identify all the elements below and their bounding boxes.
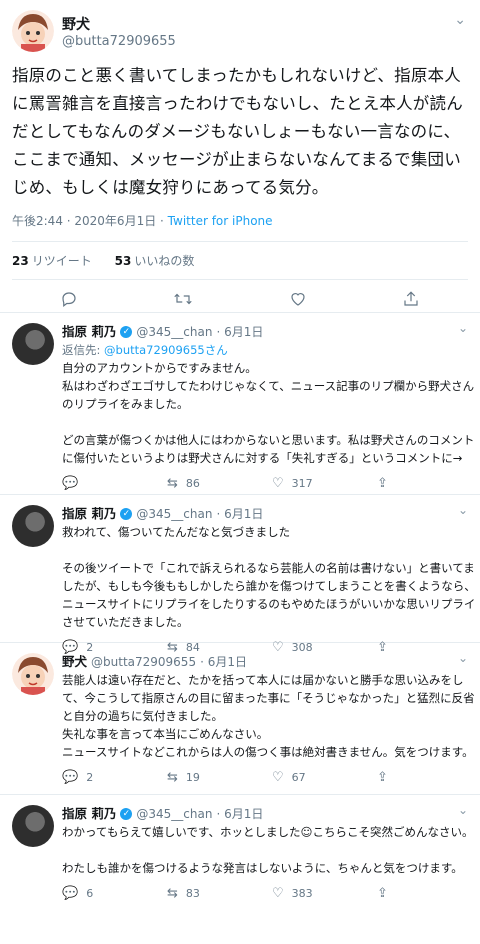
tweet-actions: 💬 2 ⇆ 19 ♡ 67 ⇪ <box>62 769 480 787</box>
verified-badge-icon: ✓ <box>120 326 133 338</box>
tweet-text: 救われて、傷ついてたんだなと気づきました その後ツイートで「これで訴えられるなら… <box>62 525 476 629</box>
share-icon: ⇪ <box>377 770 388 785</box>
share-icon[interactable] <box>402 290 420 312</box>
display-name[interactable]: 指原 莉乃 <box>62 805 116 823</box>
replying-to-link[interactable]: @butta72909655 <box>104 343 205 357</box>
avatar[interactable] <box>12 805 54 847</box>
like-count[interactable]: 53 いいねの数 <box>115 254 195 268</box>
tweet-actions: 💬 6 ⇆ 83 ♡ 383 ⇪ <box>62 885 480 903</box>
display-name[interactable]: 野犬 <box>62 14 176 34</box>
tweet-date[interactable]: · 6月1日 <box>216 505 263 523</box>
share-button[interactable]: ⇪ <box>377 475 480 493</box>
reply-icon: 💬 <box>62 770 79 785</box>
reply-button[interactable]: 💬 2 <box>62 769 167 787</box>
heart-icon: ♡ <box>272 770 284 785</box>
tweet-date[interactable]: · 6月1日 <box>216 323 263 341</box>
share-icon: ⇪ <box>377 886 388 901</box>
main-tweet: 野犬 @butta72909655 ⌄ 指原のこと悪く書いてしまったかもしれない… <box>0 0 480 313</box>
reply-button[interactable]: 💬 <box>62 475 167 493</box>
retweet-icon: ⇆ <box>167 886 178 901</box>
handle[interactable]: @345__chan <box>136 505 212 523</box>
heart-icon: ♡ <box>272 476 284 491</box>
reply-icon: 💬 <box>62 886 79 901</box>
avatar[interactable] <box>12 323 54 365</box>
reply-tweet[interactable]: 指原 莉乃 ✓ @345__chan · 6月1日 わかってもらえて嬉しいです、… <box>0 795 480 944</box>
retweet-icon: ⇆ <box>167 770 178 785</box>
retweet-button[interactable]: ⇆ 19 <box>167 769 272 787</box>
retweet-button[interactable]: ⇆ 83 <box>167 885 272 903</box>
verified-badge-icon: ✓ <box>120 808 133 820</box>
display-name[interactable]: 指原 莉乃 <box>62 505 116 523</box>
reply-icon[interactable] <box>60 290 78 312</box>
like-button[interactable]: ♡ 383 <box>272 885 377 903</box>
tweet-text: 指原のこと悪く書いてしまったかもしれないけど、指原本人に罵詈雑言を直接言ったわけ… <box>12 66 463 197</box>
tweet-text: わかってもらえて嬉しいです、ホッとしました☺こちらこそ突然ごめんなさい。 わたし… <box>62 825 474 875</box>
avatar[interactable] <box>12 505 54 547</box>
handle[interactable]: @345__chan <box>136 323 212 341</box>
chevron-down-icon[interactable]: ⌄ <box>458 321 468 335</box>
reply-tweet[interactable]: 指原 莉乃 ✓ @345__chan · 6月1日 救われて、傷ついてたんだなと… <box>0 495 480 655</box>
reply-tweet[interactable]: 野犬 @butta72909655 · 6月1日 芸能人は遠い存在だと、たかを括… <box>0 643 480 795</box>
verified-badge-icon: ✓ <box>120 508 133 520</box>
share-icon: ⇪ <box>377 476 388 491</box>
retweet-icon[interactable] <box>173 290 193 312</box>
tweet-date[interactable]: · 6月1日 <box>200 653 247 671</box>
tweet-actions: 💬 ⇆ 86 ♡ 317 ⇪ <box>62 475 480 493</box>
heart-icon[interactable] <box>289 290 307 312</box>
avatar[interactable] <box>12 10 54 52</box>
handle[interactable]: @butta72909655 <box>91 653 196 671</box>
like-button[interactable]: ♡ 67 <box>272 769 377 787</box>
reply-tweet[interactable]: 指原 莉乃 ✓ @345__chan · 6月1日 返信先: @butta729… <box>0 313 480 495</box>
tweet-meta: 午後2:44 · 2020年6月1日 · Twitter for iPhone <box>12 212 468 229</box>
heart-icon: ♡ <box>272 886 284 901</box>
replying-to: 返信先: @butta72909655さん <box>62 343 228 357</box>
tweet-date[interactable]: · 6月1日 <box>216 805 263 823</box>
tweet-source[interactable]: Twitter for iPhone <box>168 214 273 228</box>
tweet-text: 芸能人は遠い存在だと、たかを括って本人には届かないと勝手な思い込みをして、今こう… <box>62 673 475 759</box>
reply-icon: 💬 <box>62 476 79 491</box>
display-name[interactable]: 野犬 <box>62 653 87 671</box>
handle[interactable]: @345__chan <box>136 805 212 823</box>
handle[interactable]: @butta72909655 <box>62 34 176 49</box>
engagement-counts: 23 リツイート 53 いいねの数 <box>12 241 468 280</box>
retweet-button[interactable]: ⇆ 86 <box>167 475 272 493</box>
avatar[interactable] <box>12 653 54 695</box>
chevron-down-icon[interactable]: ⌄ <box>454 12 466 28</box>
share-button[interactable]: ⇪ <box>377 769 480 787</box>
retweet-count[interactable]: 23 リツイート <box>12 254 92 268</box>
reply-button[interactable]: 💬 6 <box>62 885 167 903</box>
timestamp[interactable]: 午後2:44 · 2020年6月1日 · <box>12 214 164 228</box>
like-button[interactable]: ♡ 317 <box>272 475 377 493</box>
tweet-text: 自分のアカウントからですみません。 私はわざわざエゴサしてたわけじゃなくて、ニュ… <box>62 361 475 465</box>
retweet-icon: ⇆ <box>167 476 178 491</box>
chevron-down-icon[interactable]: ⌄ <box>458 503 468 517</box>
share-button[interactable]: ⇪ <box>377 885 480 903</box>
chevron-down-icon[interactable]: ⌄ <box>458 803 468 817</box>
chevron-down-icon[interactable]: ⌄ <box>458 651 468 665</box>
display-name[interactable]: 指原 莉乃 <box>62 323 116 341</box>
